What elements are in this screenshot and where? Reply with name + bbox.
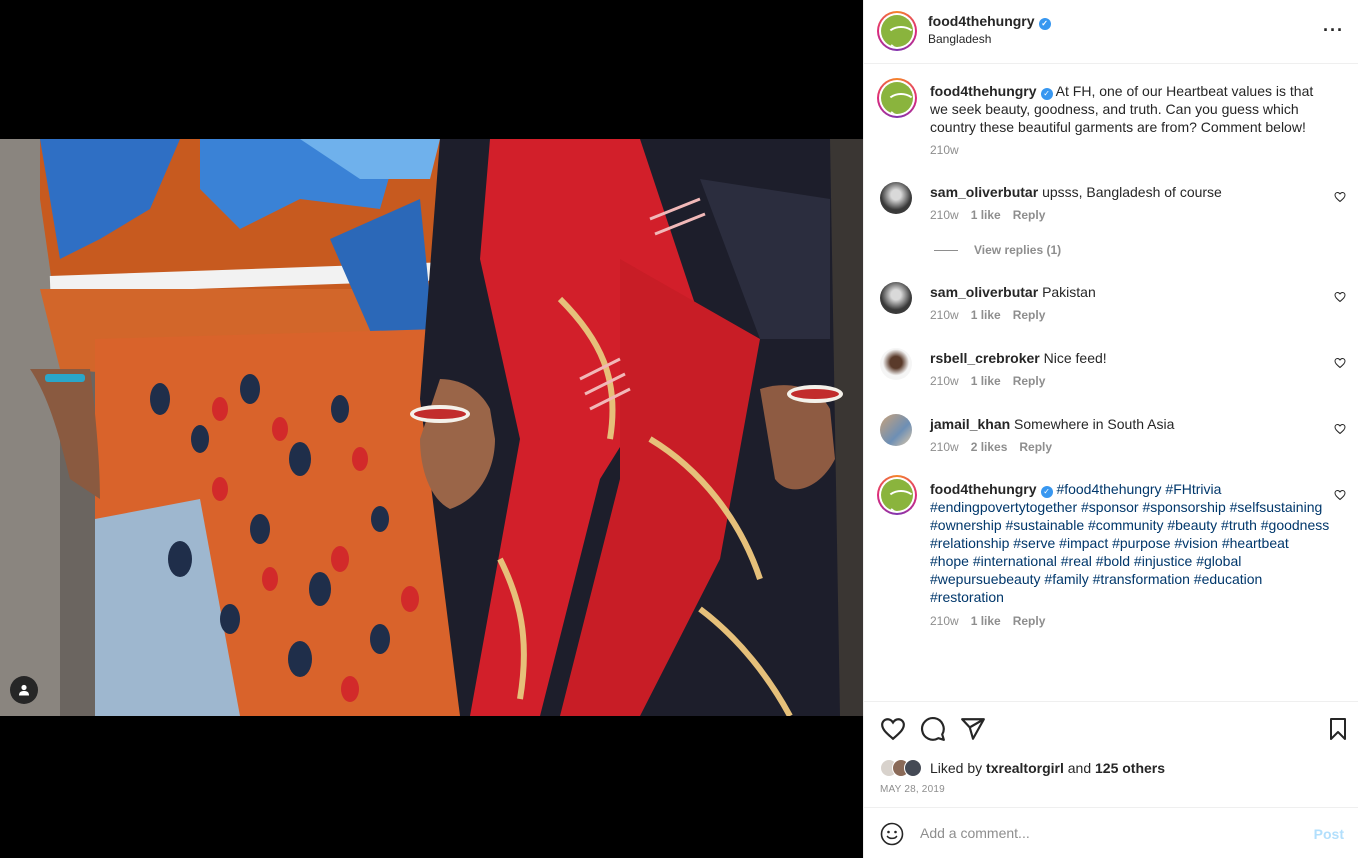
add-comment-bar: Post xyxy=(864,807,1358,858)
fh-logo xyxy=(881,82,913,114)
post-photo[interactable] xyxy=(0,139,863,716)
liker-avatars[interactable] xyxy=(880,759,922,777)
comment-body: sam_oliverbutar Pakistan xyxy=(930,283,1330,301)
comment-likes[interactable]: 1 like xyxy=(971,208,1001,222)
liked-by: Liked by txrealtorgirl and 125 others xyxy=(880,759,1165,777)
author-username[interactable]: food4thehungry xyxy=(928,13,1035,29)
like-comment-heart-icon[interactable] xyxy=(1334,423,1346,435)
comment-likes[interactable]: 1 like xyxy=(971,308,1001,322)
liked-by-user[interactable]: txrealtorgirl xyxy=(986,760,1064,776)
comment-username[interactable]: jamail_khan xyxy=(930,416,1010,432)
hashtags-text[interactable]: #food4thehungry #FHtrivia #endingpoverty… xyxy=(930,481,1329,605)
comment-meta: 210w 1 like Reply xyxy=(930,614,1057,628)
comment-username[interactable]: rsbell_crebroker xyxy=(930,350,1040,366)
comment-text: Nice feed! xyxy=(1043,350,1107,366)
comment-time[interactable]: 210w xyxy=(930,440,959,454)
comment-likes[interactable]: 1 like xyxy=(971,374,1001,388)
comment-time[interactable]: 210w xyxy=(930,208,959,222)
comment-username[interactable]: food4thehungry xyxy=(930,481,1037,497)
save-bookmark-icon[interactable] xyxy=(1326,716,1350,742)
comment-text: Somewhere in South Asia xyxy=(1014,416,1175,432)
comment-body: sam_oliverbutar upsss, Bangladesh of cou… xyxy=(930,183,1330,201)
caption-username[interactable]: food4thehungry xyxy=(930,83,1037,99)
comment-time[interactable]: 210w xyxy=(930,374,959,388)
liked-by-prefix: Liked by xyxy=(930,760,983,776)
emoji-icon[interactable] xyxy=(880,822,904,846)
comment-text: upsss, Bangladesh of course xyxy=(1042,184,1222,200)
comment-username[interactable]: sam_oliverbutar xyxy=(930,184,1038,200)
garments-photo xyxy=(0,139,863,716)
liked-by-and: and xyxy=(1067,760,1092,776)
comment-meta: 210w 1 like Reply xyxy=(930,208,1057,222)
post-media xyxy=(0,0,863,858)
caption-body: food4thehungry ✓ At FH, one of our Heartb… xyxy=(930,82,1330,136)
verified-badge-icon: ✓ xyxy=(1040,486,1053,498)
commenter-avatar[interactable] xyxy=(880,182,912,214)
add-comment-input[interactable] xyxy=(920,820,1300,846)
comment-body: food4thehungry ✓ #food4thehungry #FHtrivi… xyxy=(930,480,1330,606)
reply-button[interactable]: Reply xyxy=(1013,374,1046,388)
verified-badge-icon: ✓ xyxy=(1040,88,1053,100)
verified-badge-icon: ✓ xyxy=(1038,18,1051,30)
caption-time[interactable]: 210w xyxy=(930,143,959,157)
like-comment-heart-icon[interactable] xyxy=(1334,191,1346,203)
like-heart-icon[interactable] xyxy=(880,716,906,742)
reply-button[interactable]: Reply xyxy=(1013,614,1046,628)
share-send-icon[interactable] xyxy=(960,716,986,742)
comment-meta: 210w 2 likes Reply xyxy=(930,440,1064,454)
comment-body: rsbell_crebroker Nice feed! xyxy=(930,349,1330,367)
fh-logo xyxy=(881,479,913,511)
liked-by-others[interactable]: 125 others xyxy=(1095,760,1165,776)
user-icon xyxy=(19,684,29,696)
comment-username[interactable]: sam_oliverbutar xyxy=(930,284,1038,300)
post-location[interactable]: Bangladesh xyxy=(928,32,991,46)
liker-avatar xyxy=(904,759,922,777)
more-options-icon[interactable]: ··· xyxy=(1323,20,1344,41)
author-username-row: food4thehungry ✓ xyxy=(928,13,1051,30)
like-comment-heart-icon[interactable] xyxy=(1334,489,1346,501)
like-comment-heart-icon[interactable] xyxy=(1334,291,1346,303)
comment-likes[interactable]: 1 like xyxy=(971,614,1001,628)
post-sidebar: food4thehungry ✓ Bangladesh ··· food4theh… xyxy=(863,0,1358,858)
like-comment-heart-icon[interactable] xyxy=(1334,357,1346,369)
comment-time[interactable]: 210w xyxy=(930,614,959,628)
reply-button[interactable]: Reply xyxy=(1013,208,1046,222)
caption-avatar[interactable] xyxy=(877,78,917,118)
post-header: food4thehungry ✓ Bangladesh ··· xyxy=(864,0,1358,64)
view-replies-button[interactable]: View replies (1) xyxy=(934,243,1061,257)
post-date[interactable]: MAY 28, 2019 xyxy=(880,784,945,795)
comment-meta: 210w 1 like Reply xyxy=(930,374,1057,388)
comment-time[interactable]: 210w xyxy=(930,308,959,322)
comment-body: jamail_khan Somewhere in South Asia xyxy=(930,415,1330,433)
comments-list[interactable]: food4thehungry ✓ At FH, one of our Heartb… xyxy=(864,65,1358,701)
author-avatar[interactable] xyxy=(877,11,917,51)
comment-meta: 210w 1 like Reply xyxy=(930,308,1057,322)
commenter-avatar[interactable] xyxy=(880,414,912,446)
comment-text: Pakistan xyxy=(1042,284,1096,300)
comment-likes[interactable]: 2 likes xyxy=(971,440,1008,454)
reply-button[interactable]: Reply xyxy=(1019,440,1052,454)
caption-meta: 210w xyxy=(930,143,971,157)
reply-button[interactable]: Reply xyxy=(1013,308,1046,322)
post-actions: Liked by txrealtorgirl and 125 others MA… xyxy=(864,701,1358,807)
commenter-avatar[interactable] xyxy=(880,348,912,380)
commenter-avatar[interactable] xyxy=(880,282,912,314)
tagged-users-button[interactable] xyxy=(10,676,38,704)
commenter-avatar[interactable] xyxy=(877,475,917,515)
comment-bubble-icon[interactable] xyxy=(920,716,946,742)
fh-logo xyxy=(881,15,913,47)
post-comment-button[interactable]: Post xyxy=(1314,826,1344,842)
